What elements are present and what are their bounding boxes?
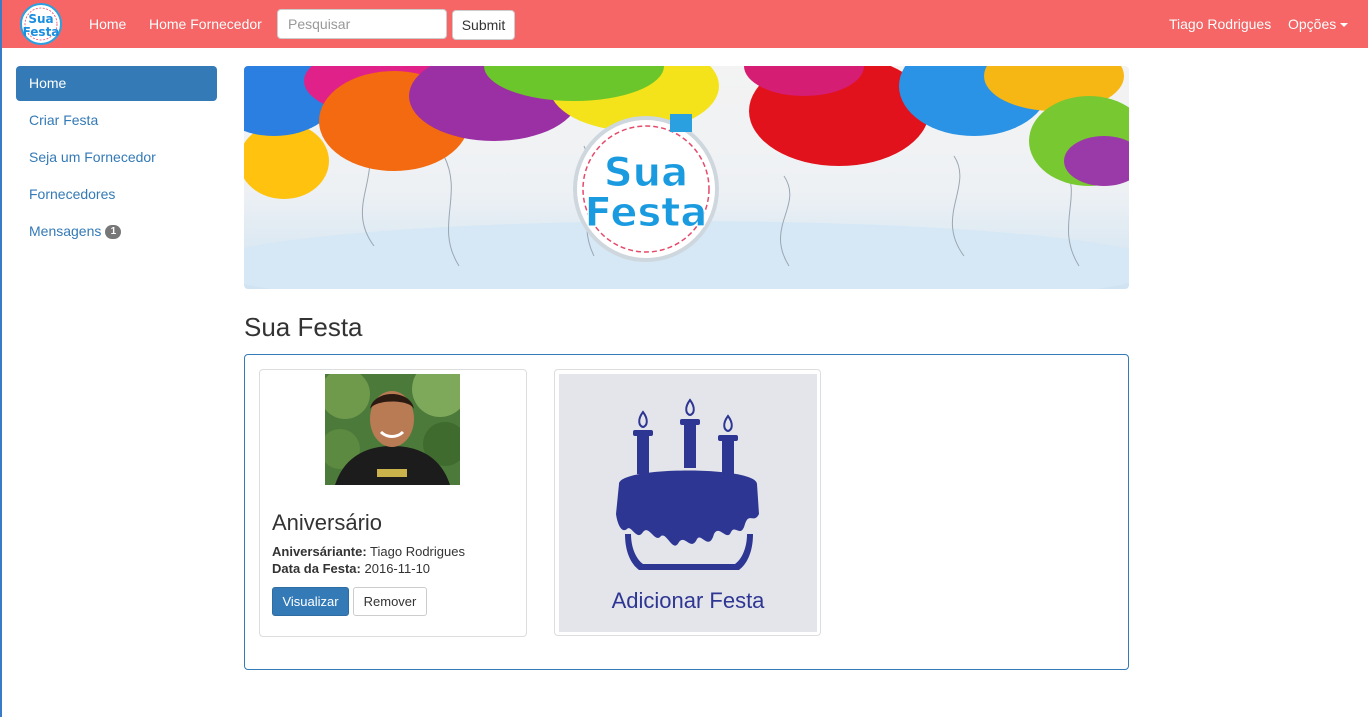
date-info: Data da Festa: 2016-11-10: [272, 561, 430, 576]
svg-text:Sua: Sua: [28, 12, 53, 26]
party-title: Aniversário: [272, 510, 383, 535]
options-dropdown[interactable]: Opções: [1288, 0, 1349, 48]
party-card: Aniversário Aniversáriante: Tiago Rodrig…: [259, 369, 527, 637]
honoree-photo: [325, 374, 460, 485]
cake-icon: [616, 398, 759, 570]
options-label: Opções: [1288, 16, 1337, 32]
message-count-badge: 1: [105, 225, 122, 240]
date-label: Data da Festa:: [272, 561, 361, 576]
user-name-link[interactable]: Tiago Rodrigues: [1169, 0, 1271, 48]
remove-button[interactable]: Remover: [353, 587, 427, 616]
sidebar-item-fornecedores[interactable]: Fornecedores: [16, 177, 217, 212]
honoree-value: Tiago Rodrigues: [370, 544, 465, 559]
submit-button[interactable]: Submit: [452, 10, 515, 40]
honoree-label: Aniversáriante:: [272, 544, 367, 559]
brand-logo[interactable]: Sua Festa: [18, 3, 64, 45]
search-input[interactable]: [277, 9, 447, 39]
view-button[interactable]: Visualizar: [272, 587, 349, 616]
sidebar: Home Criar Festa Seja um Fornecedor Forn…: [16, 66, 217, 251]
honoree-info: Aniversáriante: Tiago Rodrigues: [272, 544, 465, 559]
balloons-illustration: Sua Festa: [244, 66, 1129, 289]
svg-text:Festa: Festa: [23, 25, 60, 39]
svg-text:Festa: Festa: [585, 190, 708, 236]
window-edge: [0, 0, 2, 717]
date-value: 2016-11-10: [364, 561, 431, 576]
sidebar-item-label: Mensagens: [29, 223, 102, 239]
sidebar-item-criar-festa[interactable]: Criar Festa: [16, 103, 217, 138]
nav-home-fornecedor-link[interactable]: Home Fornecedor: [149, 0, 262, 48]
nav-home-link[interactable]: Home: [89, 0, 126, 48]
sidebar-item-home[interactable]: Home: [16, 66, 217, 101]
add-party-tile: Adicionar Festa: [559, 374, 817, 632]
add-party-label: Adicionar Festa: [611, 588, 765, 613]
hero-banner: Sua Festa: [244, 66, 1129, 289]
top-navbar: Sua Festa Home Home Fornecedor Submit Ti…: [2, 0, 1368, 48]
add-party-card[interactable]: Adicionar Festa: [554, 369, 821, 636]
parties-panel: Aniversário Aniversáriante: Tiago Rodrig…: [244, 354, 1129, 670]
sidebar-item-seja-fornecedor[interactable]: Seja um Fornecedor: [16, 140, 217, 175]
sidebar-item-mensagens[interactable]: Mensagens 1: [16, 214, 217, 249]
sua-festa-logo: Sua Festa: [573, 114, 719, 262]
page-title: Sua Festa: [244, 312, 363, 342]
caret-down-icon: [1340, 23, 1349, 28]
